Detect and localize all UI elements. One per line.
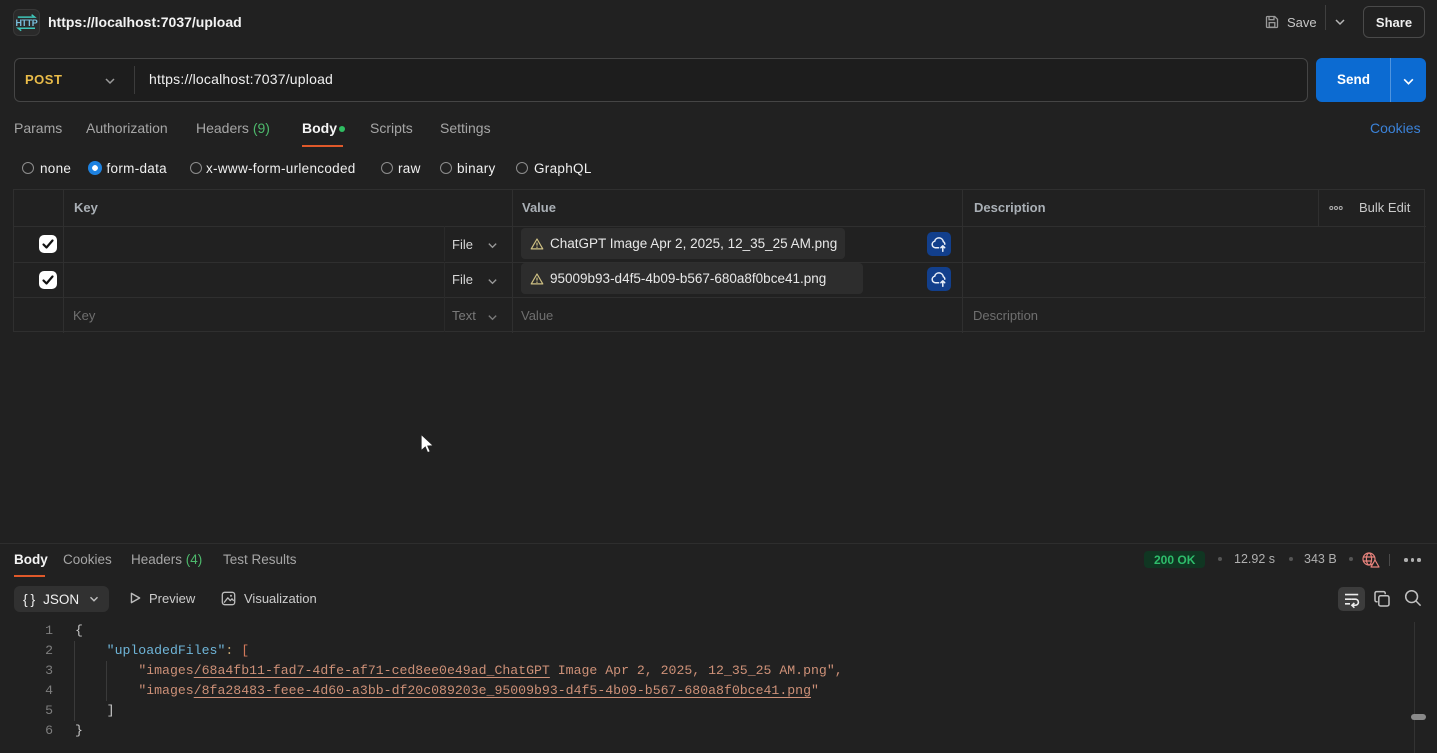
svg-text:HTTP: HTTP xyxy=(15,18,37,28)
